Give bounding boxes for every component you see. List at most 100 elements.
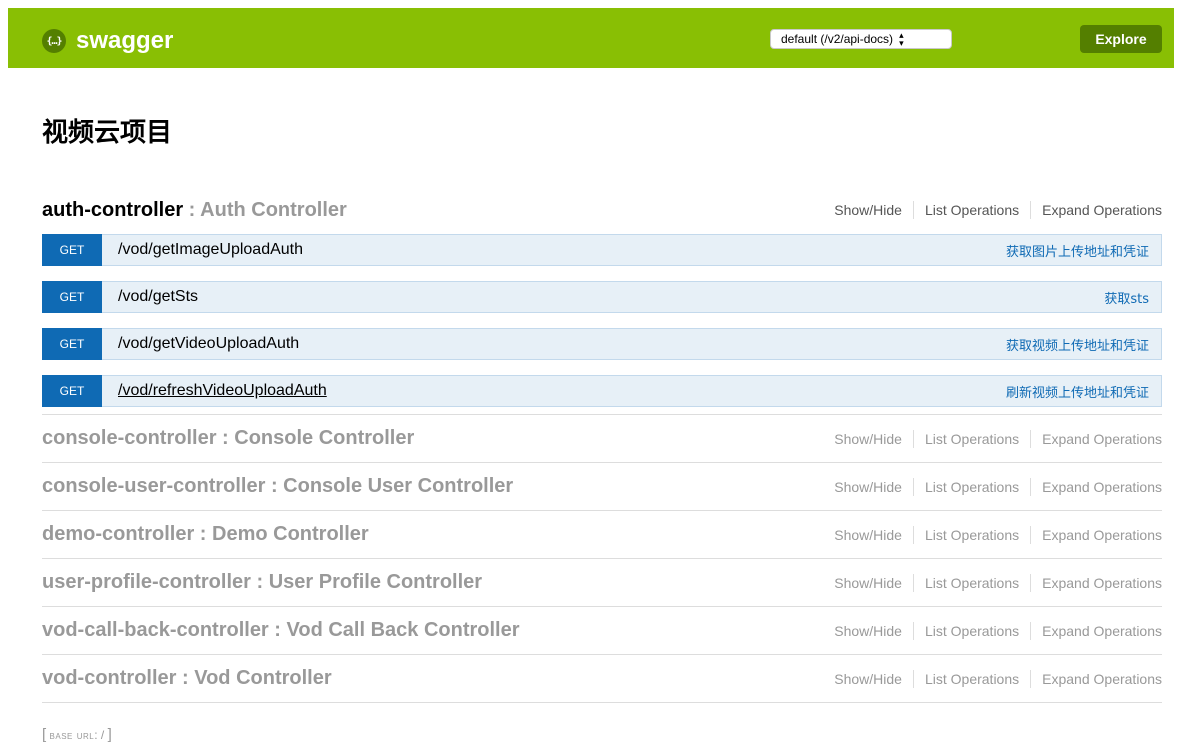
endpoint-path[interactable]: /vod/getVideoUploadAuth <box>118 335 1006 353</box>
resource-description: : Auth Controller <box>183 198 347 221</box>
endpoint-list: GET /vod/getImageUploadAuth 获取图片上传地址和凭证 … <box>42 234 1162 414</box>
list-operations-link[interactable]: List Operations <box>925 527 1019 543</box>
endpoint-refresh-video-upload-auth[interactable]: GET /vod/refreshVideoUploadAuth 刷新视频上传地址… <box>42 375 1162 407</box>
resource-name[interactable]: vod-controller <box>42 667 176 689</box>
resource-console-user-controller: console-user-controller : Console User C… <box>42 463 1162 511</box>
resource-name[interactable]: console-user-controller <box>42 475 265 497</box>
divider <box>1030 429 1032 448</box>
resource-heading: vod-call-back-controller : Vod Call Back… <box>42 607 1162 654</box>
resource-name[interactable]: vod-call-back-controller <box>42 619 269 641</box>
base-url-label: base url <box>49 728 95 742</box>
resource-options: Show/Hide List Operations Expand Operati… <box>834 525 1162 544</box>
divider <box>1030 621 1032 640</box>
logo-text: swagger <box>76 27 174 54</box>
list-operations-link[interactable]: List Operations <box>925 671 1019 687</box>
resource-vod-call-back-controller: vod-call-back-controller : Vod Call Back… <box>42 607 1162 655</box>
endpoint-summary[interactable]: 获取视频上传地址和凭证 <box>1006 335 1149 354</box>
resource-title[interactable]: auth-controller : Auth Controller <box>42 199 347 222</box>
expand-operations-link[interactable]: Expand Operations <box>1042 479 1162 495</box>
resource-name[interactable]: auth-controller <box>42 199 183 221</box>
show-hide-link[interactable]: Show/Hide <box>834 479 902 495</box>
expand-operations-link[interactable]: Expand Operations <box>1042 431 1162 447</box>
resource-heading: demo-controller : Demo Controller Show/H… <box>42 511 1162 558</box>
resource-options: Show/Hide List Operations Expand Operati… <box>834 621 1162 640</box>
explore-button[interactable]: Explore <box>1080 25 1162 53</box>
divider <box>1030 573 1032 592</box>
resource-description: : Demo Controller <box>194 523 369 545</box>
method-badge[interactable]: GET <box>42 234 102 266</box>
resource-heading: console-controller : Console Controller … <box>42 415 1162 462</box>
endpoint-get-image-upload-auth[interactable]: GET /vod/getImageUploadAuth 获取图片上传地址和凭证 <box>42 234 1162 266</box>
endpoint-get-video-upload-auth[interactable]: GET /vod/getVideoUploadAuth 获取视频上传地址和凭证 <box>42 328 1162 360</box>
list-operations-link[interactable]: List Operations <box>925 575 1019 591</box>
resource-vod-controller: vod-controller : Vod Controller Show/Hid… <box>42 655 1162 703</box>
method-badge[interactable]: GET <box>42 375 102 407</box>
endpoint-path[interactable]: /vod/getSts <box>118 288 1104 306</box>
base-url-footer: [ base url: / ] <box>42 726 112 743</box>
divider <box>1030 525 1032 544</box>
resource-title[interactable]: vod-call-back-controller : Vod Call Back… <box>42 619 520 642</box>
resource-heading: user-profile-controller : User Profile C… <box>42 559 1162 606</box>
endpoint-summary[interactable]: 刷新视频上传地址和凭证 <box>1006 382 1149 401</box>
resource-description: : Vod Controller <box>176 667 332 689</box>
show-hide-link[interactable]: Show/Hide <box>834 527 902 543</box>
api-spec-select[interactable]: default (/v2/api-docs) ▴ ▾ <box>770 29 952 49</box>
resource-heading: vod-controller : Vod Controller Show/Hid… <box>42 655 1162 702</box>
list-operations-link[interactable]: List Operations <box>925 623 1019 639</box>
show-hide-link[interactable]: Show/Hide <box>834 431 902 447</box>
divider <box>1030 477 1032 496</box>
show-hide-link[interactable]: Show/Hide <box>834 623 902 639</box>
show-hide-link[interactable]: Show/Hide <box>834 202 902 218</box>
resource-list: auth-controller : Auth Controller Show/H… <box>42 186 1162 703</box>
resource-title[interactable]: vod-controller : Vod Controller <box>42 667 332 690</box>
show-hide-link[interactable]: Show/Hide <box>834 671 902 687</box>
resource-description: : Console Controller <box>216 427 415 449</box>
resource-heading: auth-controller : Auth Controller Show/H… <box>42 186 1162 234</box>
top-bar: {…} swagger default (/v2/api-docs) ▴ ▾ Ex… <box>8 8 1174 68</box>
divider <box>912 429 914 448</box>
select-arrows-icon: ▴ ▾ <box>899 30 904 48</box>
divider <box>1030 201 1032 219</box>
resource-description: : User Profile Controller <box>250 571 483 593</box>
resource-title[interactable]: console-controller : Console Controller <box>42 427 414 450</box>
resource-description: : Console User Controller <box>265 475 514 497</box>
divider <box>912 621 914 640</box>
api-spec-select-value: default (/v2/api-docs) <box>781 32 894 46</box>
page-title: 视频云项目 <box>42 118 173 148</box>
divider <box>1030 669 1032 688</box>
resource-options: Show/Hide List Operations Expand Operati… <box>834 201 1162 219</box>
close-bracket: ] <box>107 726 112 743</box>
list-operations-link[interactable]: List Operations <box>925 431 1019 447</box>
open-bracket: [ <box>42 726 47 743</box>
resource-title[interactable]: demo-controller : Demo Controller <box>42 523 369 546</box>
expand-operations-link[interactable]: Expand Operations <box>1042 623 1162 639</box>
resource-options: Show/Hide List Operations Expand Operati… <box>834 573 1162 592</box>
endpoint-get-sts[interactable]: GET /vod/getSts 获取sts <box>42 281 1162 313</box>
list-operations-link[interactable]: List Operations <box>925 202 1019 218</box>
endpoint-path[interactable]: /vod/refreshVideoUploadAuth <box>118 382 1006 400</box>
endpoint-summary[interactable]: 获取sts <box>1104 288 1149 307</box>
resource-demo-controller: demo-controller : Demo Controller Show/H… <box>42 511 1162 559</box>
resource-name[interactable]: user-profile-controller <box>42 571 251 593</box>
swagger-logo[interactable]: {…} swagger <box>42 27 173 55</box>
resource-title[interactable]: console-user-controller : Console User C… <box>42 475 513 498</box>
resource-options: Show/Hide List Operations Expand Operati… <box>834 669 1162 688</box>
expand-operations-link[interactable]: Expand Operations <box>1042 202 1162 218</box>
swagger-logo-icon: {…} <box>42 29 66 53</box>
expand-operations-link[interactable]: Expand Operations <box>1042 671 1162 687</box>
resource-auth-controller: auth-controller : Auth Controller Show/H… <box>42 186 1162 415</box>
method-badge[interactable]: GET <box>42 328 102 360</box>
resource-name[interactable]: demo-controller <box>42 523 194 545</box>
divider <box>912 525 914 544</box>
method-badge[interactable]: GET <box>42 281 102 313</box>
divider <box>912 573 914 592</box>
resource-title[interactable]: user-profile-controller : User Profile C… <box>42 571 482 594</box>
endpoint-summary[interactable]: 获取图片上传地址和凭证 <box>1006 241 1149 260</box>
resource-name[interactable]: console-controller <box>42 427 216 449</box>
divider <box>912 201 914 219</box>
list-operations-link[interactable]: List Operations <box>925 479 1019 495</box>
endpoint-path[interactable]: /vod/getImageUploadAuth <box>118 241 1006 259</box>
expand-operations-link[interactable]: Expand Operations <box>1042 527 1162 543</box>
show-hide-link[interactable]: Show/Hide <box>834 575 902 591</box>
expand-operations-link[interactable]: Expand Operations <box>1042 575 1162 591</box>
